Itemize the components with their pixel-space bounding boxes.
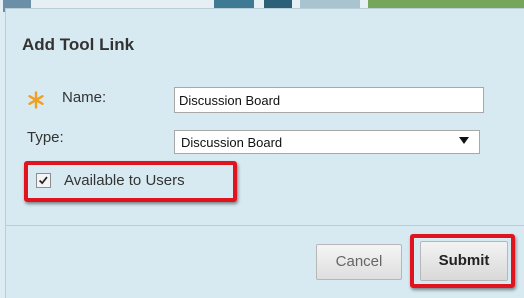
cancel-button[interactable]: Cancel [316, 244, 402, 280]
required-asterisk-icon [28, 91, 44, 109]
name-label: Name: [62, 89, 107, 106]
type-select-value: Discussion Board [181, 135, 283, 150]
available-to-users-label[interactable]: Available to Users [64, 172, 185, 189]
dialog-title: Add Tool Link [22, 35, 135, 54]
available-to-users-checkbox[interactable] [36, 173, 51, 188]
checkmark-icon [38, 176, 48, 185]
type-label: Type: [27, 129, 64, 146]
submit-button[interactable]: Submit [420, 241, 508, 281]
footer-divider [5, 225, 524, 226]
name-input[interactable]: Discussion Board [174, 87, 484, 113]
type-select[interactable]: Discussion Board [174, 130, 480, 154]
chevron-down-icon [459, 137, 469, 144]
